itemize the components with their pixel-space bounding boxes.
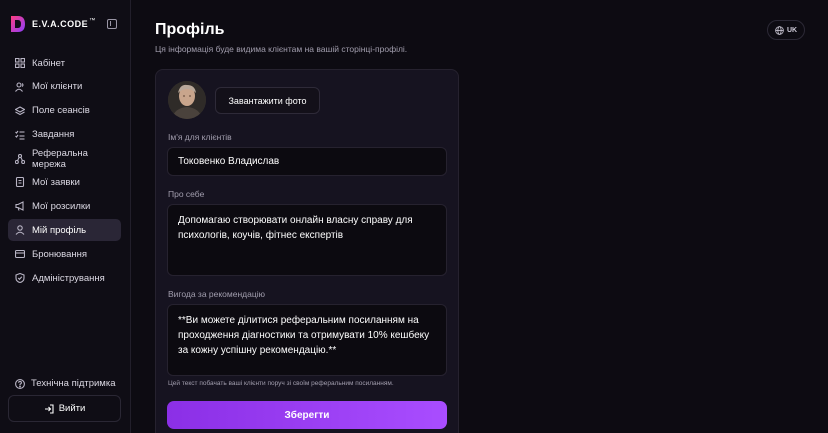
sidebar-item-label: Мої заявки	[32, 176, 80, 188]
benefit-hint: Цей текст побачать ваші клієнти поруч зі…	[168, 380, 394, 387]
network-icon	[15, 153, 25, 164]
page-subtitle: Ця інформація буде видима клієнтам на ва…	[155, 44, 408, 54]
grid-icon	[15, 58, 25, 68]
sidebar-item-mailings[interactable]: Мої розсилки	[8, 195, 121, 217]
layers-icon	[15, 106, 25, 116]
upload-photo-button[interactable]: Завантажити фото	[215, 87, 320, 114]
sidebar-nav: Кабінет Мої клієнти Поле сеансів Завданн…	[8, 52, 121, 291]
sidebar-item-label: Адміністрування	[32, 272, 105, 284]
sidebar-item-profile[interactable]: Мій профіль	[8, 219, 121, 242]
sidebar-item-label: Мої клієнти	[32, 81, 83, 93]
sidebar-collapse-icon[interactable]	[107, 19, 117, 29]
users-icon	[15, 82, 25, 92]
sidebar-item-label: Мої розсилки	[32, 200, 91, 212]
sidebar-item-label: Поле сеансів	[32, 105, 90, 117]
logo-mark-icon	[11, 16, 25, 32]
sidebar: E.V.A.CODE ™ Кабінет Мої клієнти Поле сеа…	[0, 0, 131, 433]
benefit-label: Вигода за рекомендацію	[168, 289, 265, 299]
sidebar-item-label: Мій профіль	[32, 224, 87, 236]
brand-name: E.V.A.CODE	[32, 19, 89, 29]
client-name-field[interactable]: Токовенко Владислав	[167, 147, 447, 176]
sidebar-item-booking[interactable]: Бронювання	[8, 243, 121, 265]
logout-button[interactable]: Вийти	[8, 395, 121, 422]
card-icon	[15, 249, 25, 259]
language-label: UK	[786, 26, 798, 34]
megaphone-icon	[15, 201, 25, 212]
logout-label: Вийти	[58, 403, 86, 414]
shield-icon	[15, 273, 25, 284]
sidebar-item-requests[interactable]: Мої заявки	[8, 171, 121, 193]
about-textarea[interactable]: Допомагаю створювати онлайн власну справ…	[167, 204, 447, 276]
sidebar-item-tasks[interactable]: Завдання	[8, 124, 121, 146]
sidebar-item-referral[interactable]: Реферальна мережа	[8, 148, 121, 170]
benefit-textarea[interactable]: **Ви можете ділитися реферальним посилан…	[167, 304, 447, 376]
avatar[interactable]	[168, 81, 206, 119]
sidebar-item-label: Реферальна мережа	[32, 147, 88, 170]
language-switch[interactable]: UK	[767, 20, 805, 40]
name-label: Ім'я для клієнтів	[168, 132, 232, 142]
support-link[interactable]: Технічна підтримка	[15, 378, 116, 389]
page-title: Профіль	[155, 21, 225, 38]
trademark-mark: ™	[89, 18, 96, 24]
sidebar-item-admin[interactable]: Адміністрування	[8, 267, 121, 289]
save-button[interactable]: Зберегти	[167, 401, 447, 429]
sidebar-item-label: Кабінет	[32, 57, 65, 69]
avatar-photo	[168, 81, 206, 119]
sidebar-item-clients[interactable]: Мої клієнти	[8, 76, 121, 98]
sidebar-item-sessions[interactable]: Поле сеансів	[8, 100, 121, 122]
sidebar-item-cabinet[interactable]: Кабінет	[8, 52, 121, 74]
brand-logo[interactable]: E.V.A.CODE ™	[9, 14, 95, 34]
sidebar-item-label: Завдання	[32, 129, 75, 141]
document-icon	[15, 177, 25, 188]
sidebar-item-label: Бронювання	[32, 248, 88, 260]
support-label: Технічна підтримка	[31, 378, 116, 389]
user-icon	[15, 225, 25, 236]
logout-icon	[44, 403, 54, 414]
checklist-icon	[15, 130, 25, 140]
help-icon	[15, 378, 25, 389]
about-label: Про себе	[168, 189, 205, 199]
globe-icon	[775, 25, 784, 35]
